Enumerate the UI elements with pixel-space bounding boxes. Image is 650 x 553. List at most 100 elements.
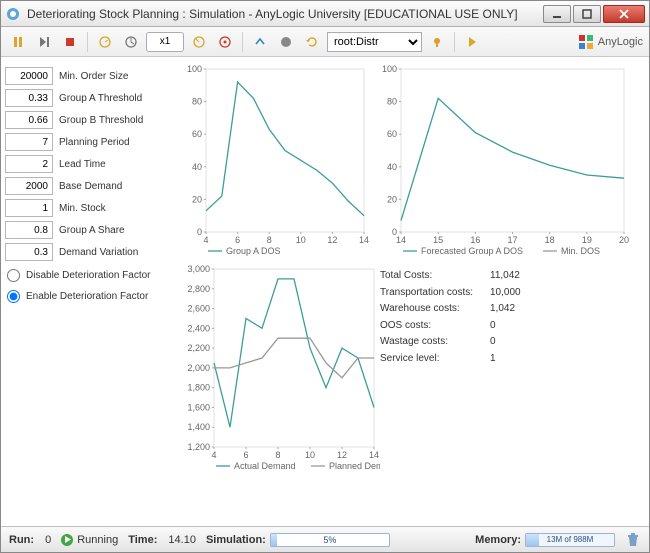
nav-up-button[interactable] — [249, 31, 271, 53]
titlebar: Deteriorating Stock Planning : Simulatio… — [1, 1, 649, 27]
window-buttons — [543, 5, 645, 23]
enable-deterioration-radio[interactable] — [7, 290, 20, 303]
time-value: 14.10 — [168, 534, 196, 546]
memory-text: 13M of 988M — [526, 534, 614, 546]
app-icon — [5, 6, 21, 22]
min-stock-label: Min. Stock — [59, 203, 106, 214]
time-label: Time: — [128, 534, 157, 546]
svg-text:4: 4 — [211, 450, 216, 460]
slow-down-button[interactable] — [94, 31, 116, 53]
speed-indicator[interactable]: x1 — [146, 32, 184, 52]
svg-text:Actual Demand: Actual Demand — [234, 461, 296, 471]
sim-progress: 5% — [270, 533, 390, 547]
anylogic-icon — [578, 34, 594, 50]
step-button[interactable] — [33, 31, 55, 53]
app-window: Deteriorating Stock Planning : Simulatio… — [0, 0, 650, 553]
planning-period-input[interactable] — [5, 133, 53, 151]
demand-chart: 1,2001,4001,6001,8002,0002,2002,4002,600… — [180, 263, 380, 473]
locate-button[interactable] — [426, 31, 448, 53]
svg-text:20: 20 — [387, 194, 397, 204]
svg-text:20: 20 — [192, 194, 202, 204]
nav-refresh-button[interactable] — [301, 31, 323, 53]
service-level-value: 1 — [490, 353, 496, 364]
svg-text:Min. DOS: Min. DOS — [561, 246, 600, 256]
nav-home-button[interactable] — [275, 31, 297, 53]
svg-text:Group A DOS: Group A DOS — [226, 246, 281, 256]
svg-text:20: 20 — [619, 235, 629, 245]
time-scale-button[interactable] — [120, 31, 142, 53]
run-fast-button[interactable] — [461, 31, 483, 53]
svg-text:40: 40 — [387, 162, 397, 172]
minimize-button[interactable] — [543, 5, 571, 23]
group-a-threshold-input[interactable] — [5, 89, 53, 107]
enable-deterioration-label: Enable Deterioration Factor — [26, 291, 148, 302]
statusbar: Run: 0 Running Time: 14.10 Simulation: 5… — [1, 526, 649, 552]
transport-costs-value: 10,000 — [490, 287, 521, 298]
oos-costs-label: OOS costs: — [380, 318, 490, 335]
svg-text:14: 14 — [359, 235, 369, 245]
sim-progress-text: 5% — [271, 534, 389, 546]
lead-time-input[interactable] — [5, 155, 53, 173]
forecasted-dos-chart: 02040608010014151617181920Forecasted Gro… — [375, 63, 630, 258]
pause-button[interactable] — [7, 31, 29, 53]
svg-text:15: 15 — [433, 235, 443, 245]
wastage-costs-value: 0 — [490, 336, 496, 347]
service-level-label: Service level: — [380, 351, 490, 368]
min-order-size-label: Min. Order Size — [59, 71, 128, 82]
window-title: Deteriorating Stock Planning : Simulatio… — [27, 7, 543, 21]
svg-text:16: 16 — [470, 235, 480, 245]
planning-period-label: Planning Period — [59, 137, 130, 148]
svg-text:2,800: 2,800 — [187, 284, 210, 294]
wastage-costs-label: Wastage costs: — [380, 334, 490, 351]
costs-panel: Total Costs:11,042 Transportation costs:… — [380, 268, 521, 367]
svg-text:3,000: 3,000 — [187, 264, 210, 274]
svg-text:2,000: 2,000 — [187, 363, 210, 373]
svg-text:6: 6 — [243, 450, 248, 460]
group-a-share-input[interactable] — [5, 221, 53, 239]
realtime-button[interactable] — [214, 31, 236, 53]
svg-text:1,400: 1,400 — [187, 422, 210, 432]
svg-text:80: 80 — [387, 97, 397, 107]
svg-text:14: 14 — [396, 235, 406, 245]
svg-text:8: 8 — [267, 235, 272, 245]
disable-deterioration-radio[interactable] — [7, 269, 20, 282]
nav-combo[interactable]: root:Distr — [327, 32, 422, 52]
demand-variation-input[interactable] — [5, 243, 53, 261]
run-value: 0 — [45, 534, 51, 546]
stop-button[interactable] — [59, 31, 81, 53]
transport-costs-label: Transportation costs: — [380, 285, 490, 302]
svg-text:12: 12 — [337, 450, 347, 460]
group-b-threshold-input[interactable] — [5, 111, 53, 129]
svg-text:Forecasted Group A DOS: Forecasted Group A DOS — [421, 246, 523, 256]
warehouse-costs-value: 1,042 — [490, 303, 515, 314]
min-order-size-input[interactable] — [5, 67, 53, 85]
svg-text:8: 8 — [275, 450, 280, 460]
maximize-button[interactable] — [573, 5, 601, 23]
svg-text:Planned Demand: Planned Demand — [329, 461, 380, 471]
group-b-threshold-label: Group B Threshold — [59, 115, 143, 126]
group-a-threshold-label: Group A Threshold — [59, 93, 142, 104]
svg-text:60: 60 — [192, 129, 202, 139]
svg-text:1,600: 1,600 — [187, 402, 210, 412]
svg-text:4: 4 — [203, 235, 208, 245]
svg-text:10: 10 — [305, 450, 315, 460]
mem-label: Memory: — [475, 534, 521, 546]
base-demand-input[interactable] — [5, 177, 53, 195]
svg-text:18: 18 — [545, 235, 555, 245]
svg-text:100: 100 — [382, 64, 397, 74]
sim-label: Simulation: — [206, 534, 266, 546]
trash-icon[interactable] — [625, 532, 641, 548]
svg-text:12: 12 — [327, 235, 337, 245]
close-button[interactable] — [603, 5, 645, 23]
svg-text:100: 100 — [187, 64, 202, 74]
lead-time-label: Lead Time — [59, 159, 106, 170]
svg-text:2,200: 2,200 — [187, 343, 210, 353]
min-stock-input[interactable] — [5, 199, 53, 217]
svg-text:1,800: 1,800 — [187, 383, 210, 393]
toolbar: x1 root:Distr AnyLogic — [1, 27, 649, 57]
speed-up-button[interactable] — [188, 31, 210, 53]
parameters-panel: Min. Order Size Group A Threshold Group … — [5, 63, 180, 524]
demand-variation-label: Demand Variation — [59, 247, 138, 258]
group-a-dos-chart: 020406080100468101214Group A DOS — [180, 63, 370, 258]
charts-area: 020406080100468101214Group A DOS 0204060… — [180, 63, 641, 524]
